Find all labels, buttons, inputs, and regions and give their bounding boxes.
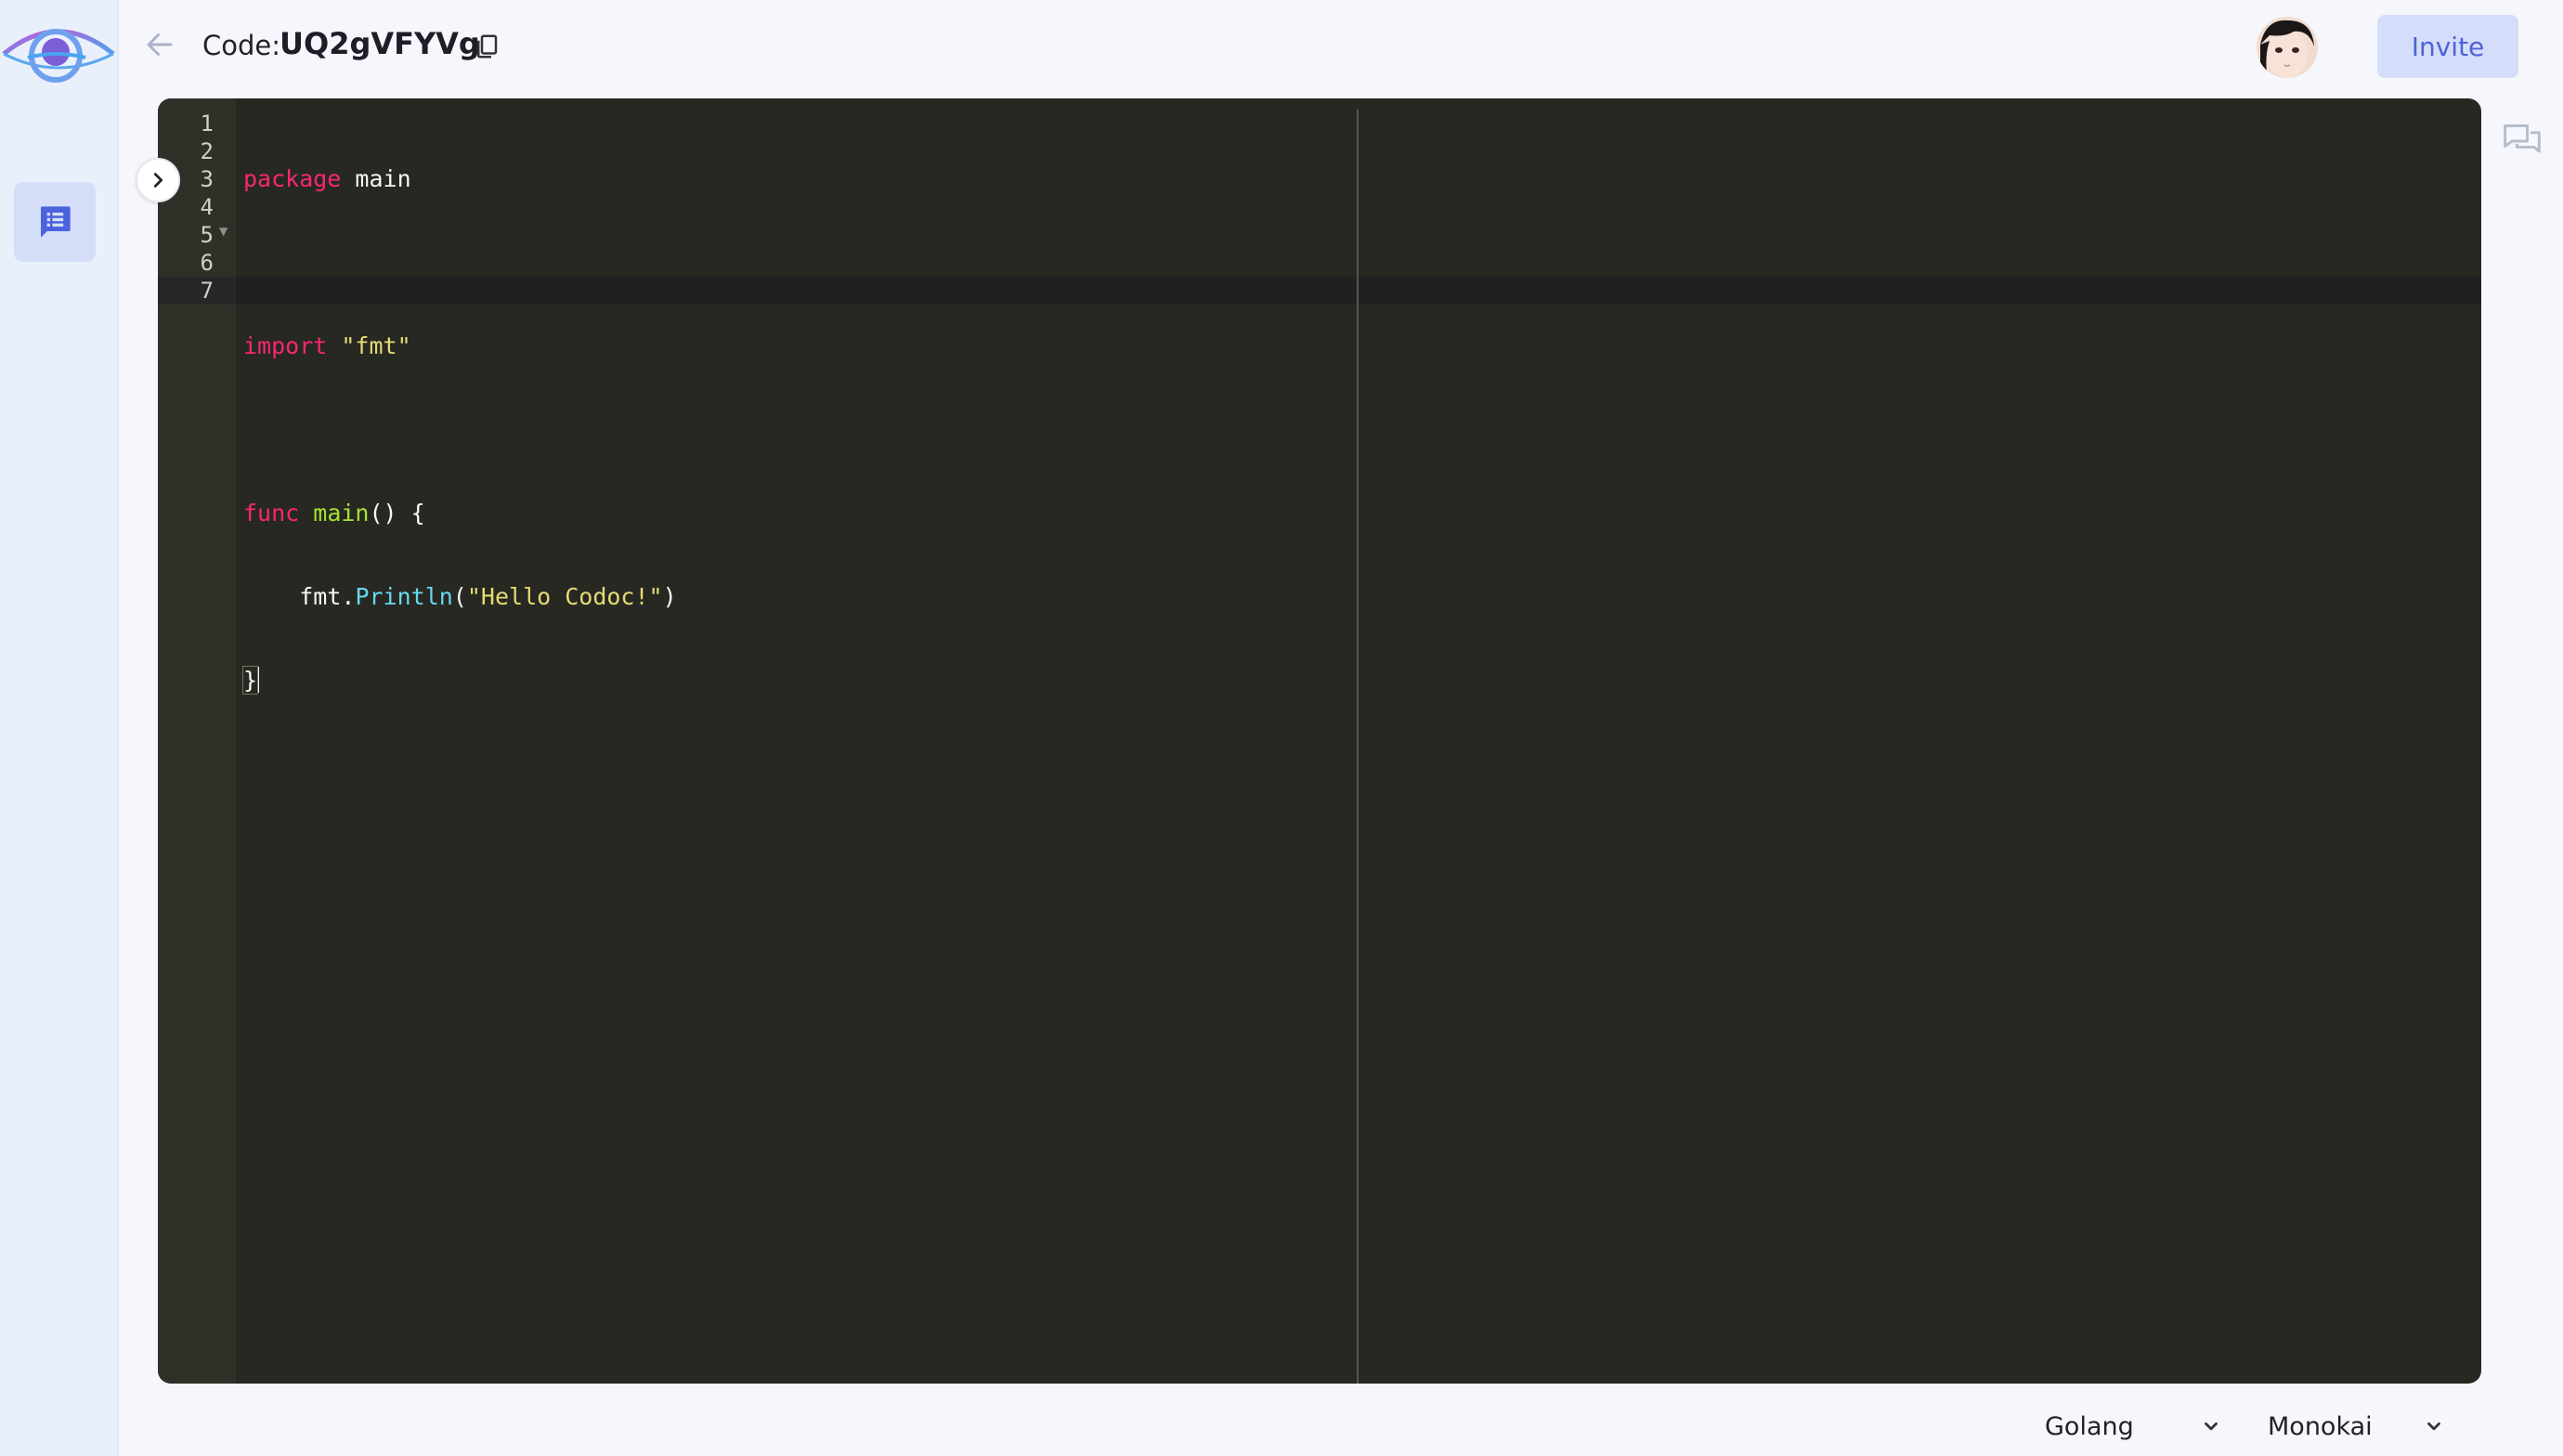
function-name: main (313, 500, 370, 526)
line-number: 7 (200, 278, 214, 304)
code-line-6: fmt.Println("Hello Codoc!") (243, 583, 677, 611)
keyword: import (243, 332, 328, 359)
code-line-5: func main() { (243, 500, 677, 527)
keyword: package (243, 165, 342, 192)
invite-button[interactable]: Invite (2377, 15, 2518, 78)
chevron-right-icon (153, 173, 163, 188)
method-name: Println (355, 583, 453, 610)
code-label: Code: (202, 30, 281, 61)
code-line-3: import "fmt" (243, 332, 677, 360)
code-text: () { (369, 500, 425, 526)
code-line-7: } (241, 666, 677, 695)
language-select[interactable]: Golang (2045, 1410, 2221, 1443)
arrow-left-icon (147, 33, 173, 56)
room-code: UQ2gVFYVg (280, 26, 480, 61)
line-number: 1 (200, 110, 214, 136)
chat-button[interactable] (2500, 119, 2544, 163)
code-text: ) (662, 583, 677, 610)
code-text: ( (452, 583, 467, 610)
code-line-1: package main (243, 165, 677, 193)
copy-code-button[interactable] (470, 30, 503, 63)
code-editor[interactable]: 1 2 3 4 5 6 7 ▼ package main import "fmt… (158, 98, 2481, 1384)
sidebar-list-button[interactable] (14, 182, 96, 262)
line-number: 5 (200, 222, 214, 248)
line-number: 6 (200, 250, 214, 276)
sidebar (0, 0, 119, 1456)
theme-value: Monokai (2268, 1411, 2373, 1441)
avatar[interactable] (2257, 17, 2318, 78)
fold-toggle-icon[interactable]: ▼ (219, 225, 228, 238)
logo-icon[interactable] (0, 17, 117, 95)
keyword: func (243, 500, 300, 526)
chevron-down-icon (2205, 1422, 2218, 1431)
code-text: main (341, 165, 411, 192)
toggle-panel-button[interactable] (136, 158, 180, 202)
list-chat-icon (41, 206, 71, 238)
code-content[interactable]: package main import "fmt" func main() { … (241, 110, 677, 750)
string-literal: "fmt" (341, 332, 411, 359)
back-button[interactable] (141, 26, 178, 63)
chat-bubbles-icon (2504, 124, 2541, 153)
code-text: fmt. (299, 583, 356, 610)
language-value: Golang (2045, 1411, 2134, 1441)
copy-icon (477, 34, 498, 58)
print-margin (1357, 110, 1359, 1384)
chevron-down-icon (2427, 1422, 2440, 1431)
line-numbers: 1 2 3 4 5 6 7 (158, 110, 214, 305)
string-literal: "Hello Codoc!" (466, 583, 663, 610)
matched-bracket: } (241, 666, 259, 695)
theme-select[interactable]: Monokai (2268, 1410, 2444, 1443)
text-cursor (257, 667, 260, 693)
